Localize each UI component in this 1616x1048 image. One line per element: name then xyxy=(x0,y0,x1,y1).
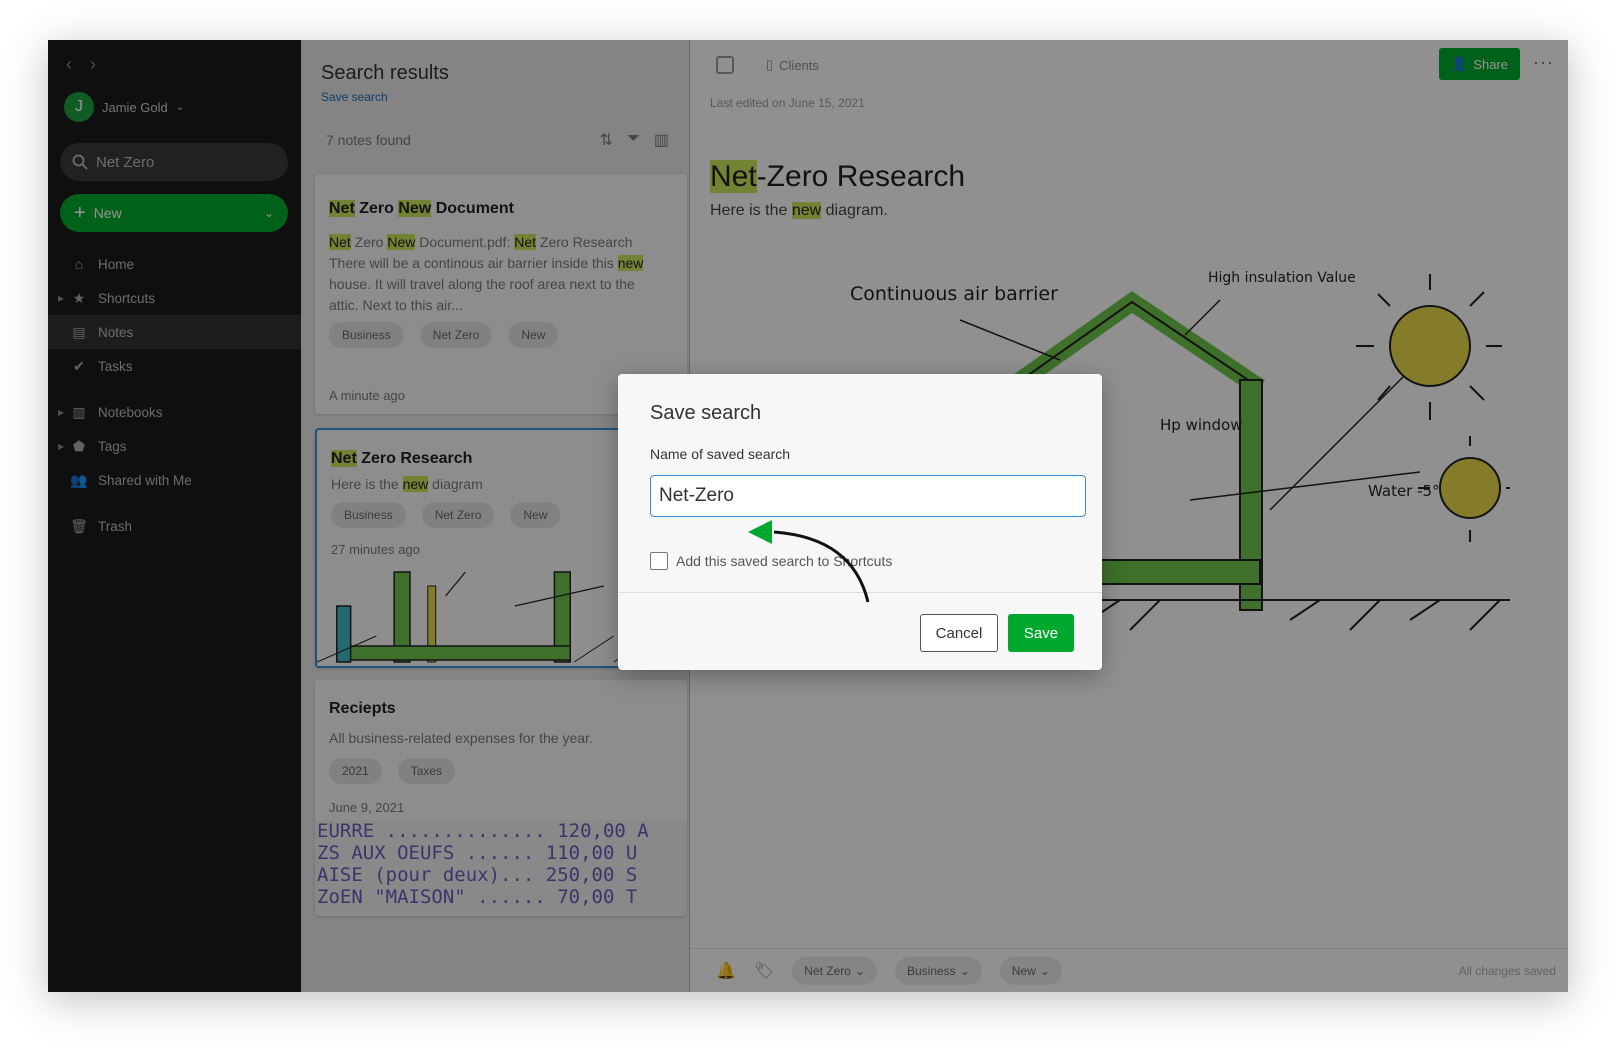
app-window: ‹ › J Jamie Gold ⌄ Net Zero + New ⌄ ⌂ Ho… xyxy=(48,40,1568,992)
annotation-arrow-icon xyxy=(748,520,870,603)
shortcut-checkbox[interactable] xyxy=(650,552,668,570)
cancel-button[interactable]: Cancel xyxy=(920,614,998,652)
dialog-title: Save search xyxy=(650,402,762,424)
field-label: Name of saved search xyxy=(650,446,791,462)
save-button[interactable]: Save xyxy=(1008,614,1074,652)
